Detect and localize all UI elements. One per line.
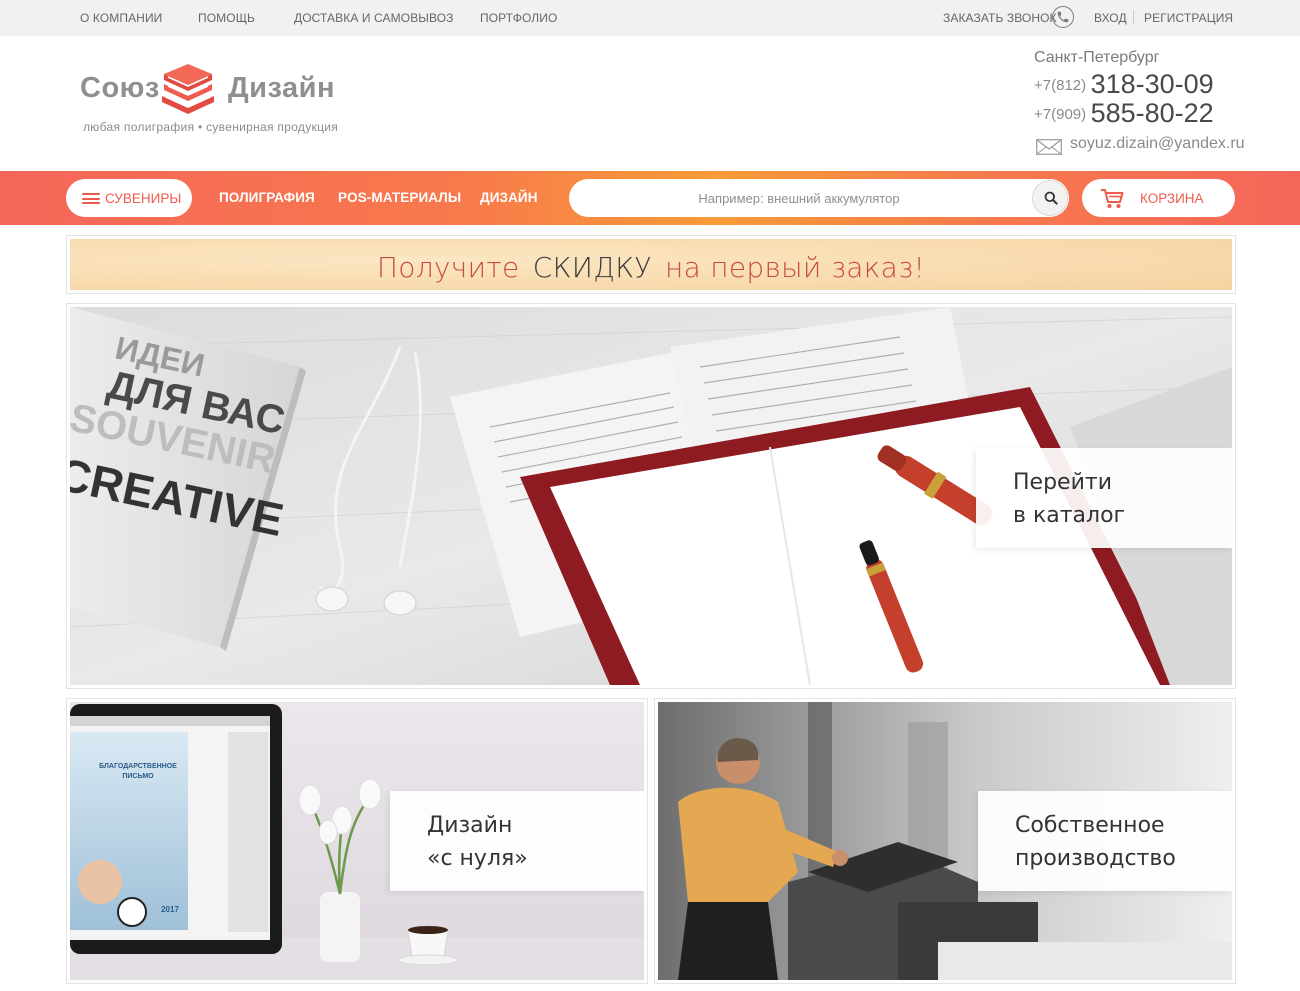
phone-digits: 585-80-22: [1090, 98, 1214, 128]
phone-digits: 318-30-09: [1090, 69, 1214, 99]
phone-code: +7(812): [1034, 77, 1087, 94]
search-box: [569, 179, 1069, 217]
phone-code: +7(909): [1034, 106, 1087, 123]
search-input[interactable]: [589, 188, 1009, 208]
promo-text-part1: Получите: [376, 251, 520, 284]
nav-link-help[interactable]: ПОМОЩЬ: [198, 11, 255, 25]
nav-pos-materials[interactable]: POS-МАТЕРИАЛЫ: [338, 190, 461, 205]
catalog-banner-image: ИДЕИ ДЛЯ ВАС SOUVENIR CREATIVE Перейти в…: [70, 307, 1232, 685]
design-banner[interactable]: БЛАГОДАРСТВЕННОЕ ПИСЬМО 2017 Дизайн «с н…: [66, 698, 648, 984]
production-banner-caption: Собственное производство: [978, 791, 1232, 891]
cart-label: КОРЗИНА: [1140, 191, 1204, 206]
mock-certificate-title: БЛАГОДАРСТВЕННОЕ: [99, 763, 177, 770]
cart-button[interactable]: КОРЗИНА: [1082, 179, 1235, 217]
cart-icon: [1101, 189, 1124, 208]
promo-banner[interactable]: Получите СКИДКУ на первый заказ!: [66, 235, 1236, 294]
promo-text: Получите СКИДКУ на первый заказ!: [70, 251, 1232, 284]
catalog-banner-line2: в каталог: [1013, 503, 1126, 528]
production-banner-line1: Собственное: [1015, 813, 1165, 838]
books-logo-icon: [162, 64, 214, 114]
catalog-menu-button[interactable]: СУВЕНИРЫ: [66, 179, 192, 217]
production-banner[interactable]: Собственное производство: [654, 698, 1236, 984]
logo-word-1: Союз: [80, 72, 160, 104]
nav-design[interactable]: ДИЗАЙН: [480, 190, 538, 205]
register-link[interactable]: РЕГИСТРАЦИЯ: [1144, 11, 1233, 25]
logo-word-2: Дизайн: [228, 72, 335, 104]
nav-link-delivery[interactable]: ДОСТАВКА И САМОВЫВОЗ: [294, 11, 454, 25]
city-label: Санкт-Петербург: [1034, 49, 1160, 66]
site-logo[interactable]: Союз Дизайн любая полиграфия • сувенирна…: [80, 62, 340, 142]
phone-number-1[interactable]: +7(812) 318-30-09: [1034, 69, 1214, 100]
mock-certificate-subtitle: ПИСЬМО: [122, 773, 154, 780]
search-button[interactable]: [1032, 180, 1068, 216]
catalog-banner-line1: Перейти: [1013, 470, 1112, 495]
top-bar: О КОМПАНИИ ПОМОЩЬ ДОСТАВКА И САМОВЫВОЗ П…: [0, 0, 1300, 36]
design-banner-image: БЛАГОДАРСТВЕННОЕ ПИСЬМО 2017 Дизайн «с н…: [70, 702, 644, 980]
search-icon: [1044, 191, 1058, 205]
production-banner-line2: производство: [1015, 846, 1176, 871]
nav-link-portfolio[interactable]: ПОРТФОЛИО: [480, 11, 557, 25]
promo-background: Получите СКИДКУ на первый заказ!: [70, 239, 1232, 290]
phone-icon[interactable]: [1052, 6, 1074, 28]
main-nav-bar: СУВЕНИРЫ ПОЛИГРАФИЯ POS-МАТЕРИАЛЫ ДИЗАЙН…: [0, 171, 1300, 225]
callback-link[interactable]: ЗАКАЗАТЬ ЗВОНОК: [943, 11, 1057, 25]
catalog-banner-caption: Перейти в каталог: [976, 448, 1232, 548]
envelope-icon: [1036, 139, 1062, 155]
hamburger-icon: [82, 193, 100, 204]
phone-number-2[interactable]: +7(909) 585-80-22: [1034, 98, 1214, 129]
promo-text-discount: СКИДКУ: [532, 251, 652, 284]
login-link[interactable]: ВХОД: [1094, 11, 1127, 25]
email-link[interactable]: soyuz.dizain@yandex.ru: [1070, 135, 1245, 153]
mock-certificate-year: 2017: [161, 905, 179, 914]
design-banner-caption: Дизайн «с нуля»: [390, 791, 644, 891]
production-banner-image: Собственное производство: [658, 702, 1232, 980]
nav-link-about[interactable]: О КОМПАНИИ: [80, 11, 162, 25]
design-banner-line2: «с нуля»: [427, 846, 528, 871]
promo-text-part3: на первый заказ!: [664, 251, 926, 284]
design-banner-line1: Дизайн: [427, 813, 513, 838]
topbar-divider: [1133, 10, 1134, 24]
logo-tagline: любая полиграфия • сувенирная продукция: [83, 120, 339, 134]
catalog-menu-label: СУВЕНИРЫ: [105, 191, 182, 206]
catalog-banner[interactable]: ИДЕИ ДЛЯ ВАС SOUVENIR CREATIVE Перейти в…: [66, 303, 1236, 689]
nav-polygraphy[interactable]: ПОЛИГРАФИЯ: [219, 190, 315, 205]
